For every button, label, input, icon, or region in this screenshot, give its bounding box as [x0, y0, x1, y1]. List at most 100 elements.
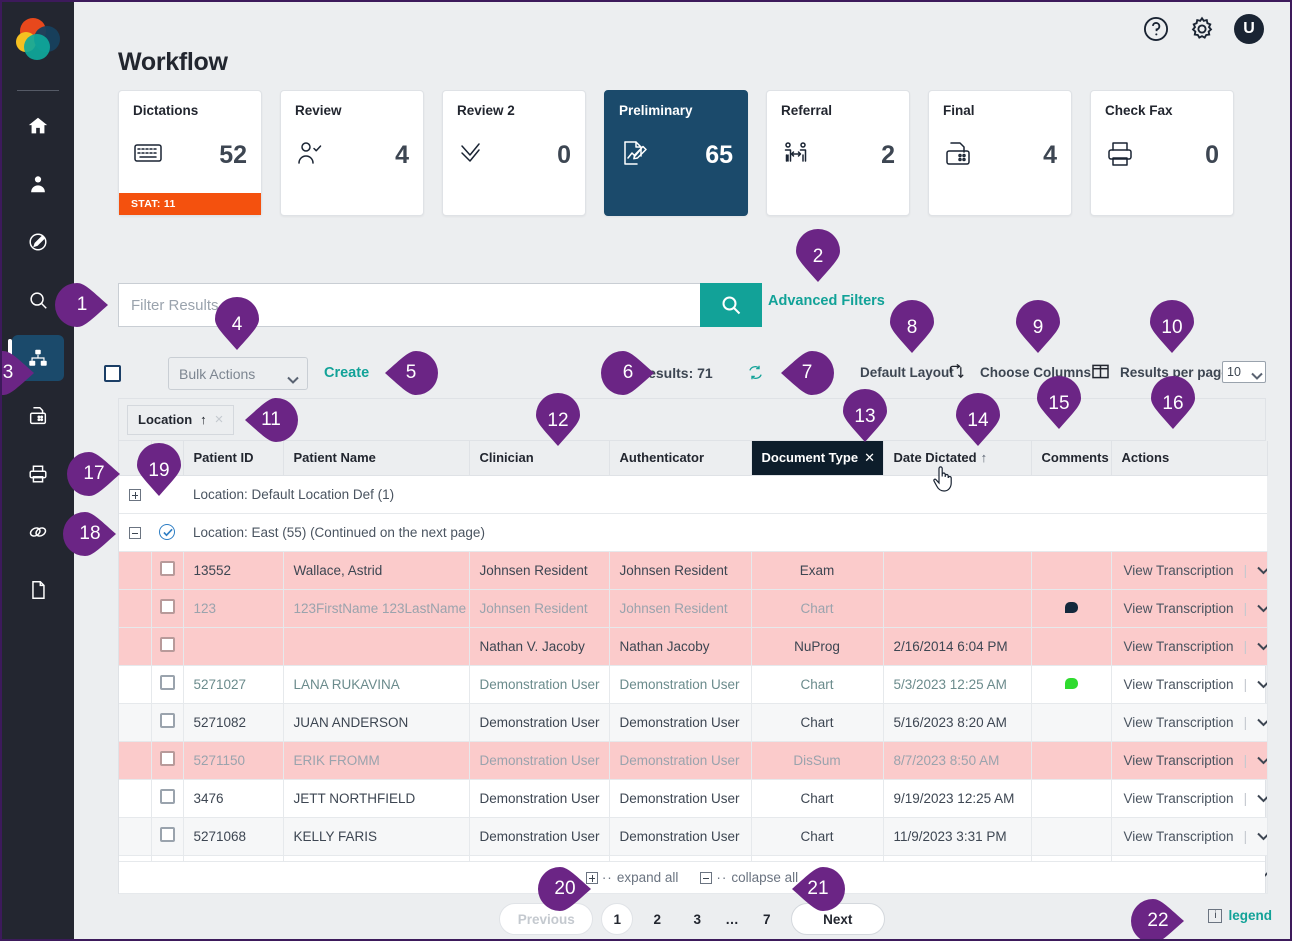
bulk-actions-dropdown[interactable]: Bulk Actions — [168, 357, 308, 390]
table-row[interactable]: 5271082JUAN ANDERSONDemonstration UserDe… — [119, 703, 1267, 741]
chevron-down-icon[interactable] — [1257, 563, 1267, 578]
cell-actions[interactable]: View Transcription| — [1111, 551, 1267, 589]
status-card-referral[interactable]: Referral2 — [766, 90, 910, 216]
sort-ascending-icon[interactable]: ↑ — [981, 450, 988, 465]
cell-actions[interactable]: View Transcription| — [1111, 627, 1267, 665]
cell-actions[interactable]: View Transcription| — [1111, 703, 1267, 741]
status-card-review[interactable]: Review4 — [280, 90, 424, 216]
sort-ascending-icon[interactable]: ↑ — [200, 412, 207, 427]
cell-comments[interactable] — [1031, 741, 1111, 779]
pagination-page-7[interactable]: 7 — [751, 903, 783, 935]
gear-icon[interactable] — [1188, 15, 1216, 43]
cell-comments[interactable] — [1031, 589, 1111, 627]
default-layout-button[interactable]: Default Layout — [860, 365, 954, 380]
row-checkbox[interactable] — [160, 789, 175, 804]
chevron-down-icon[interactable] — [1257, 601, 1267, 616]
view-transcription-link[interactable]: View Transcription — [1124, 639, 1234, 654]
table-row[interactable]: 13552Wallace, AstridJohnsen ResidentJohn… — [119, 551, 1267, 589]
sidebar-item-user[interactable] — [12, 161, 64, 207]
sidebar-item-compose[interactable] — [12, 219, 64, 265]
group-row[interactable]: Location: Default Location Def (1) — [119, 475, 1267, 513]
cell-comments[interactable] — [1031, 627, 1111, 665]
row-select-cell[interactable] — [151, 665, 183, 703]
table-row[interactable]: Nathan V. JacobyNathan JacobyNuProg2/16/… — [119, 627, 1267, 665]
close-icon[interactable]: ✕ — [864, 450, 875, 465]
row-select-cell[interactable] — [151, 703, 183, 741]
group-check-cell[interactable] — [151, 513, 183, 551]
status-card-preliminary[interactable]: Preliminary65 — [604, 90, 748, 216]
pagination-page-1[interactable]: 1 — [601, 903, 633, 935]
view-transcription-link[interactable]: View Transcription — [1124, 753, 1234, 768]
advanced-filters-link[interactable]: Advanced Filters — [768, 293, 885, 309]
cell-comments[interactable] — [1031, 665, 1111, 703]
comment-bubble-icon[interactable] — [1065, 602, 1078, 613]
sidebar-item-document[interactable] — [12, 567, 64, 613]
pagination-page-3[interactable]: 3 — [681, 903, 713, 935]
column-header-date_dictated[interactable]: Date Dictated↑ — [883, 441, 1031, 475]
table-row[interactable]: 5271027LANA RUKAVINADemonstration UserDe… — [119, 665, 1267, 703]
view-transcription-link[interactable]: View Transcription — [1124, 601, 1234, 616]
search-input[interactable] — [118, 283, 700, 327]
row-checkbox[interactable] — [160, 561, 175, 576]
collapse-all-button[interactable]: ·· collapse all — [700, 870, 798, 885]
view-transcription-link[interactable]: View Transcription — [1124, 677, 1234, 692]
group-expand-cell[interactable] — [119, 513, 151, 551]
row-checkbox[interactable] — [160, 599, 175, 614]
sort-chip-location[interactable]: Location ↑ × — [127, 405, 234, 435]
row-select-cell[interactable] — [151, 817, 183, 855]
row-select-cell[interactable] — [151, 741, 183, 779]
app-logo[interactable] — [14, 16, 62, 68]
status-card-review-2[interactable]: Review 20 — [442, 90, 586, 216]
column-header-patient_id[interactable]: Patient ID — [183, 441, 283, 475]
cell-comments[interactable] — [1031, 551, 1111, 589]
select-all-checkbox[interactable] — [104, 365, 121, 382]
view-transcription-link[interactable]: View Transcription — [1124, 791, 1234, 806]
table-row[interactable]: 5271150ERIK FROMMDemonstration UserDemon… — [119, 741, 1267, 779]
minus-box-icon[interactable] — [129, 527, 141, 539]
refresh-icon[interactable] — [747, 364, 764, 386]
chevron-down-icon[interactable] — [1257, 753, 1267, 768]
group-row[interactable]: Location: East (55) (Continued on the ne… — [119, 513, 1267, 551]
sidebar-item-print[interactable] — [12, 451, 64, 497]
column-header-authenticator[interactable]: Authenticator — [609, 441, 751, 475]
cell-comments[interactable] — [1031, 817, 1111, 855]
cell-comments[interactable] — [1031, 779, 1111, 817]
row-select-cell[interactable] — [151, 551, 183, 589]
column-header-patient_name[interactable]: Patient Name — [283, 441, 469, 475]
column-header-actions[interactable]: Actions — [1111, 441, 1267, 475]
choose-columns-button[interactable]: Choose Columns — [980, 365, 1091, 380]
status-card-final[interactable]: Final4 — [928, 90, 1072, 216]
close-icon[interactable]: × — [215, 411, 224, 428]
view-transcription-link[interactable]: View Transcription — [1124, 829, 1234, 844]
row-checkbox[interactable] — [160, 827, 175, 842]
table-row[interactable]: 123123FirstName 123LastNameJohnsen Resid… — [119, 589, 1267, 627]
help-circle-icon[interactable] — [1142, 15, 1170, 43]
comment-bubble-icon[interactable] — [1065, 678, 1078, 689]
status-card-dictations[interactable]: Dictations52STAT: 11 — [118, 90, 262, 216]
sidebar-item-fax[interactable] — [12, 393, 64, 439]
column-header-clinician[interactable]: Clinician — [469, 441, 609, 475]
layout-save-icon[interactable] — [948, 364, 964, 385]
sidebar-item-home[interactable] — [12, 103, 64, 149]
search-button[interactable] — [700, 283, 762, 327]
legend-button[interactable]: i legend — [1208, 908, 1272, 923]
cell-actions[interactable]: View Transcription| — [1111, 665, 1267, 703]
pagination-page-2[interactable]: 2 — [641, 903, 673, 935]
chevron-down-icon[interactable] — [1257, 829, 1267, 844]
row-select-cell[interactable] — [151, 589, 183, 627]
view-transcription-link[interactable]: View Transcription — [1124, 715, 1234, 730]
row-select-cell[interactable] — [151, 627, 183, 665]
row-checkbox[interactable] — [160, 713, 175, 728]
column-header-comments[interactable]: Comments — [1031, 441, 1111, 475]
table-row[interactable]: 3476JETT NORTHFIELDDemonstration UserDem… — [119, 779, 1267, 817]
column-header-document_type[interactable]: Document Type✕ — [751, 441, 883, 475]
cell-actions[interactable]: View Transcription| — [1111, 817, 1267, 855]
row-select-cell[interactable] — [151, 779, 183, 817]
chevron-down-icon[interactable] — [1257, 677, 1267, 692]
view-transcription-link[interactable]: View Transcription — [1124, 563, 1234, 578]
create-link[interactable]: Create — [324, 365, 369, 381]
avatar[interactable]: U — [1234, 14, 1264, 44]
chevron-down-icon[interactable] — [1257, 715, 1267, 730]
group-checked-icon[interactable] — [159, 524, 175, 540]
sidebar-item-link[interactable] — [12, 509, 64, 555]
